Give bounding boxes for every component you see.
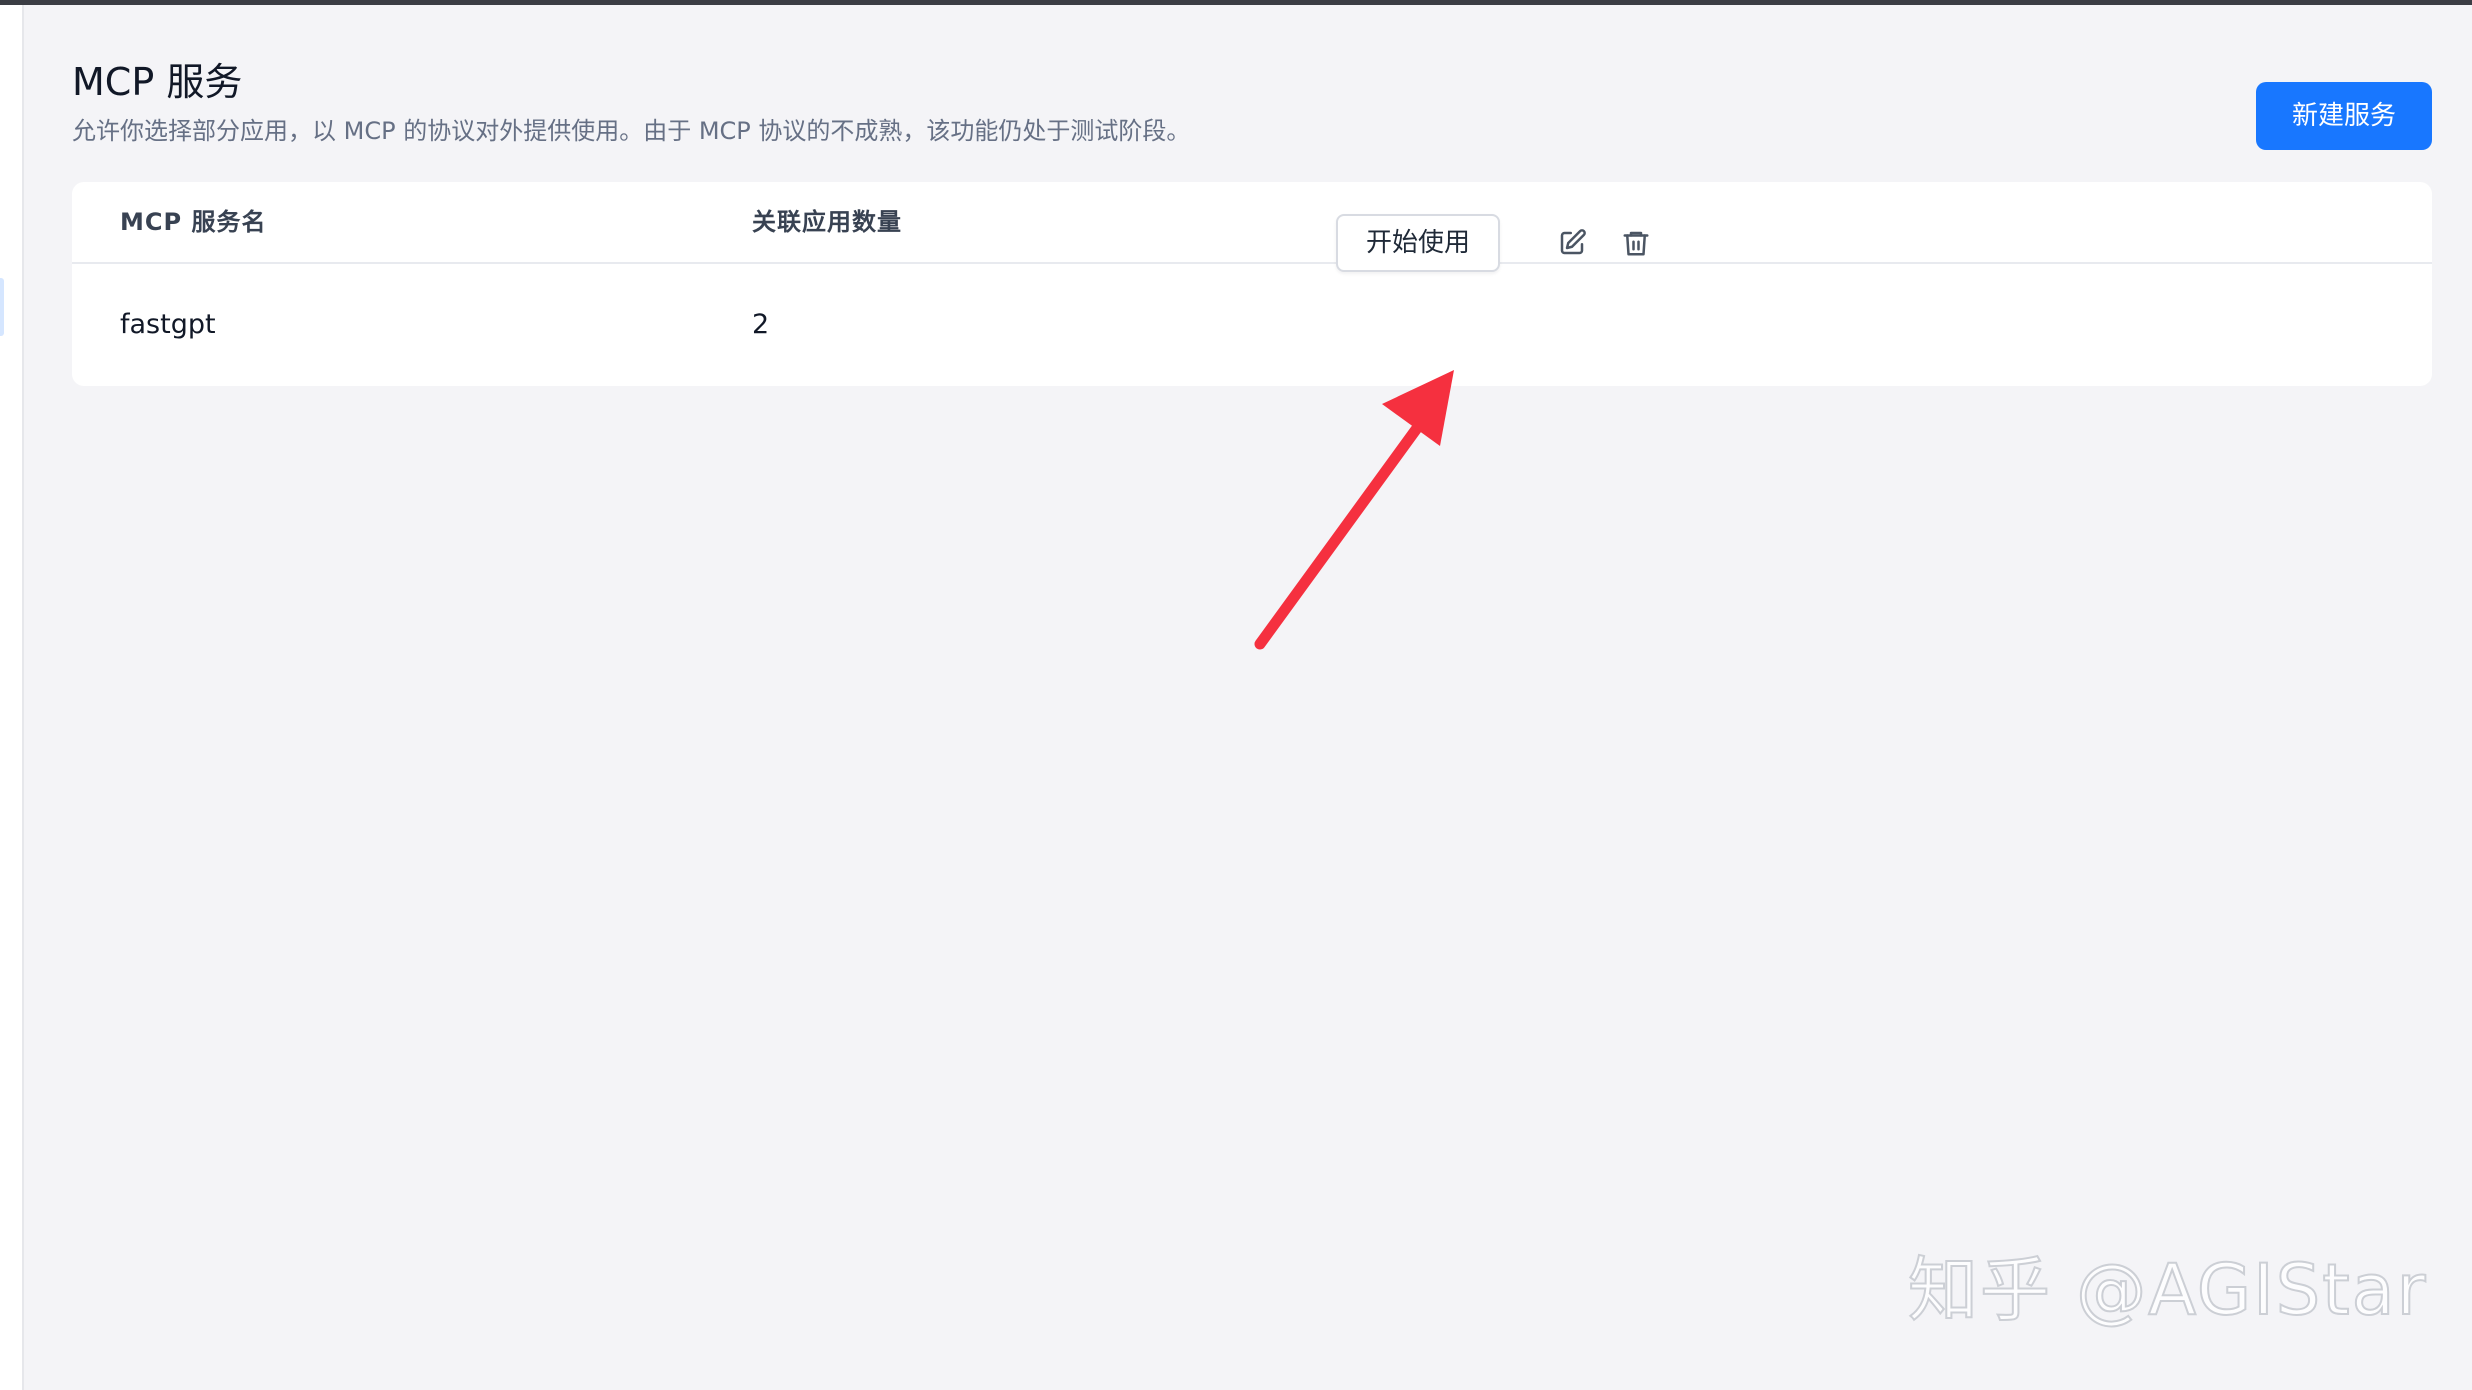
app-count-cell: 2 [752, 309, 770, 340]
column-header-app-count: 关联应用数量 [752, 208, 902, 236]
edit-button[interactable] [1552, 223, 1592, 263]
service-name-cell: fastgpt [120, 309, 216, 340]
mcp-service-table: MCP 服务名 关联应用数量 fastgpt 2 [72, 182, 2432, 386]
sidebar-active-indicator [0, 278, 4, 336]
watermark: 知乎 @AGIStar [1907, 1248, 2428, 1332]
delete-button[interactable] [1616, 223, 1656, 263]
sidebar-edge [0, 5, 24, 1390]
page-title: MCP 服务 [72, 60, 243, 104]
new-service-button[interactable]: 新建服务 [2256, 82, 2432, 150]
start-using-button[interactable]: 开始使用 [1336, 214, 1500, 272]
page-description: 允许你选择部分应用，以 MCP 的协议对外提供使用。由于 MCP 协议的不成熟，… [72, 117, 1191, 145]
column-header-service-name: MCP 服务名 [120, 208, 267, 236]
table-row: fastgpt 2 [72, 264, 2432, 386]
edit-icon [1560, 229, 1586, 255]
trash-icon [1623, 231, 1649, 256]
table-header: MCP 服务名 关联应用数量 [72, 182, 2432, 264]
window-top-bar [0, 0, 2472, 5]
